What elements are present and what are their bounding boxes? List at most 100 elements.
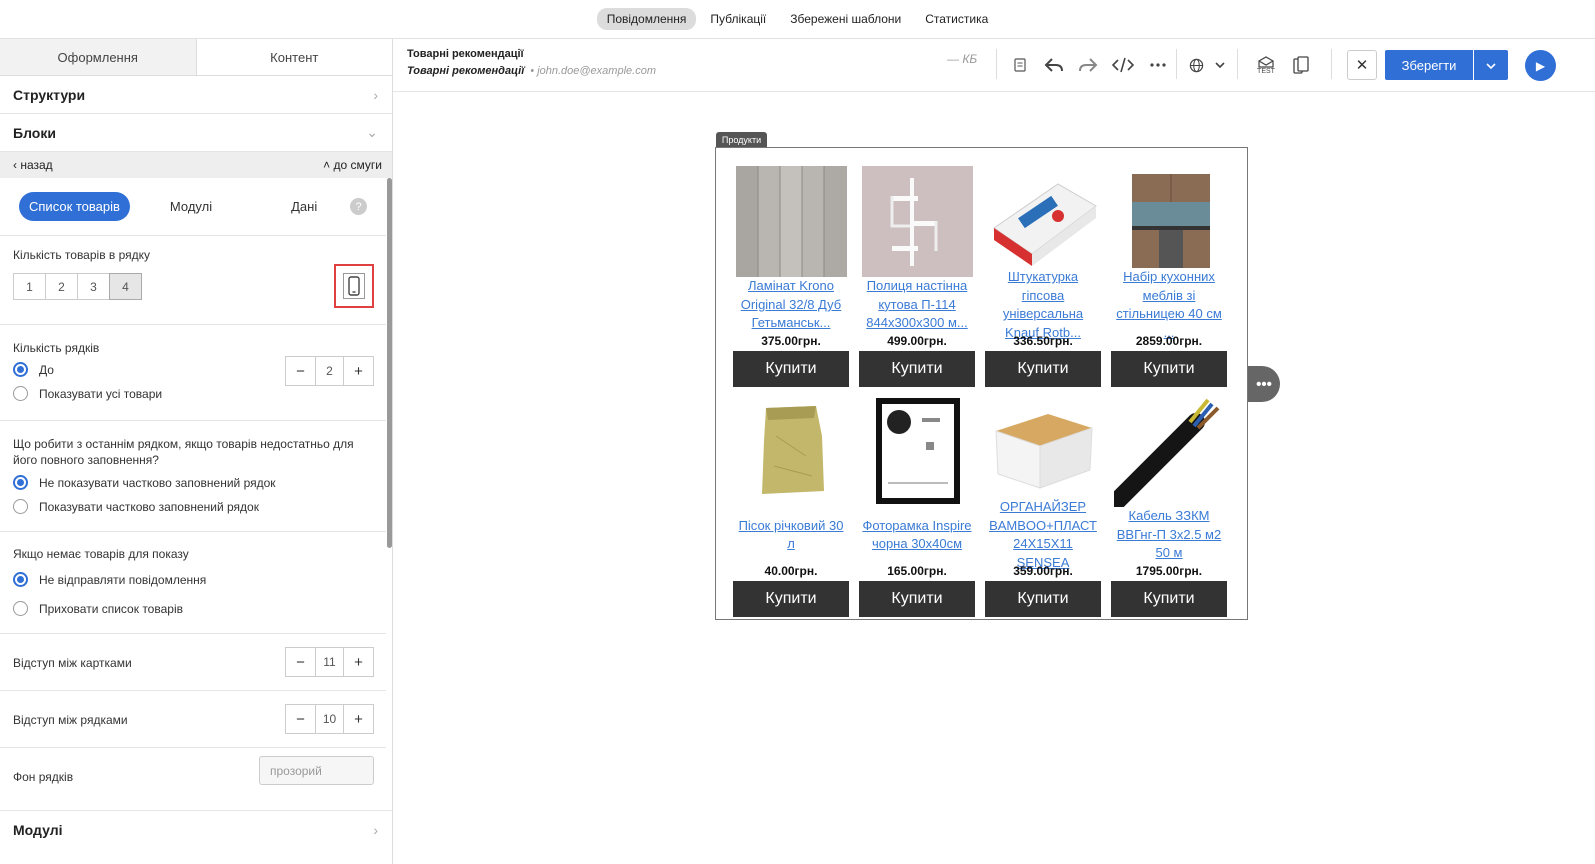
tab-content[interactable]: Контент (196, 39, 392, 75)
product-card[interactable]: Кабель ЗЗКМ ВВГнг-П 3х2.5 м2 50 м 1795.0… (1108, 396, 1227, 617)
test-send-icon[interactable]: TEST (1254, 54, 1278, 76)
no-products-hide-radio[interactable]: Приховати список товарів (13, 601, 373, 616)
back-link[interactable]: ‹ назад (13, 158, 53, 172)
product-image-sand-bag[interactable] (735, 396, 847, 507)
subtab-data[interactable]: Дані (291, 199, 317, 214)
product-image-plaster-bag[interactable] (987, 166, 1099, 277)
product-image-kitchen-set[interactable] (1113, 166, 1225, 277)
product-card[interactable]: Ламінат Krono Original 32/8 Дуб Гетьманс… (733, 166, 849, 387)
rows-value[interactable]: 2 (315, 357, 344, 385)
product-name[interactable]: Кабель ЗЗКМ ВВГнг-П 3х2.5 м2 50 м (1111, 507, 1227, 563)
per-row-option-1[interactable]: 1 (13, 273, 46, 300)
row-gap-value[interactable]: 10 (315, 705, 344, 733)
minus-button[interactable]: − (286, 648, 315, 676)
product-image-organizer[interactable] (987, 396, 1099, 507)
subtab-modules[interactable]: Модулі (170, 199, 212, 214)
help-icon[interactable]: ? (350, 198, 367, 215)
product-card[interactable]: Фоторамка Inspire чорна 30х40см 165.00гр… (859, 396, 975, 617)
document-icon[interactable] (1011, 54, 1029, 76)
buy-button[interactable]: Купити (1111, 581, 1227, 617)
save-button[interactable]: Зберегти (1385, 50, 1473, 80)
product-card[interactable]: Набір кухонних меблів зі стільницею 40 с… (1111, 166, 1227, 387)
section-modules[interactable]: Модулі › (0, 810, 392, 848)
buy-button[interactable]: Купити (985, 351, 1101, 387)
to-strip-link[interactable]: ˄ до смуги (323, 158, 382, 172)
product-name[interactable]: Полиця настінна кутова П-114 844х300х300… (859, 277, 975, 333)
tab-design[interactable]: Оформлення (0, 39, 197, 75)
top-navigation: Повідомлення Публікації Збережені шаблон… (0, 0, 1595, 39)
chevron-down-icon (1486, 58, 1496, 72)
buy-button[interactable]: Купити (985, 581, 1101, 617)
message-header: Товарні рекомендації Товарні рекомендаці… (393, 39, 1595, 92)
section-blocks[interactable]: Блоки ⌄ (0, 114, 392, 152)
products-block-tag[interactable]: Продукти (716, 132, 767, 148)
no-products-dont-send-radio[interactable]: Не відправляти повідомлення (13, 572, 373, 587)
buy-button[interactable]: Купити (1111, 351, 1227, 387)
close-icon: ✕ (1355, 57, 1369, 74)
send-button[interactable]: ▶ (1525, 50, 1556, 81)
product-price: 499.00грн. (887, 334, 947, 348)
close-button[interactable]: ✕ (1347, 50, 1377, 80)
product-image-laminate[interactable] (735, 166, 847, 277)
product-image-shelf[interactable] (861, 166, 973, 277)
message-size: — КБ (947, 52, 978, 66)
product-card[interactable]: Пісок річковий 30 л 40.00грн. Купити (733, 396, 849, 617)
product-card[interactable]: Штукатурка гіпсова універсальна Knauf Ro… (985, 166, 1101, 387)
globe-icon[interactable] (1187, 54, 1205, 76)
last-row-hide-radio[interactable]: Не показувати частково заповнений рядок (13, 475, 373, 490)
section-structures[interactable]: Структури › (0, 76, 392, 114)
last-row-hide-label: Не показувати частково заповнений рядок (39, 475, 276, 490)
tab-publications[interactable]: Публікації (700, 8, 776, 30)
buy-button[interactable]: Купити (859, 581, 975, 617)
radio-empty-icon (13, 386, 28, 401)
more-icon[interactable] (1147, 54, 1169, 76)
code-icon[interactable] (1111, 54, 1135, 76)
tab-statistics[interactable]: Статистика (915, 8, 998, 30)
minus-button[interactable]: − (286, 357, 315, 385)
last-row-show-radio[interactable]: Показувати частково заповнений рядок (13, 499, 373, 514)
mobile-view-button[interactable] (334, 264, 374, 308)
products-block[interactable]: Ламінат Krono Original 32/8 Дуб Гетьманс… (715, 147, 1248, 620)
radio-selected-icon (13, 572, 28, 587)
redo-icon[interactable] (1077, 54, 1099, 76)
tab-messages[interactable]: Повідомлення (596, 8, 697, 30)
rows-stepper: − 2 + (285, 356, 374, 386)
rows-show-all-radio[interactable]: Показувати усі товари (13, 386, 373, 401)
last-row-show-label: Показувати частково заповнений рядок (39, 499, 259, 514)
product-image-cable[interactable] (1108, 396, 1225, 509)
product-card[interactable]: ОРГАНАЙЗЕР BAMBOO+ПЛАСТ 24X15X11 SENSEA … (985, 396, 1101, 617)
per-row-option-4[interactable]: 4 (109, 273, 142, 300)
buy-button[interactable]: Купити (733, 351, 849, 387)
plus-button[interactable]: + (344, 357, 373, 385)
undo-icon[interactable] (1043, 54, 1065, 76)
minus-button[interactable]: − (286, 705, 315, 733)
product-card[interactable]: Полиця настінна кутова П-114 844х300х300… (859, 166, 975, 387)
row-bg-color-field[interactable]: прозорий (259, 756, 374, 785)
plus-button[interactable]: + (344, 705, 373, 733)
product-name[interactable]: Пісок річковий 30 л (733, 507, 849, 563)
card-gap-value[interactable]: 11 (315, 648, 344, 676)
plus-button[interactable]: + (344, 648, 373, 676)
product-name[interactable]: Набір кухонних меблів зі стільницею 40 с… (1111, 269, 1227, 340)
row-gap-stepper: − 10 + (285, 704, 374, 734)
back-label: назад (20, 158, 53, 172)
buy-button[interactable]: Купити (859, 351, 975, 387)
subtab-product-list[interactable]: Список товарів (19, 192, 130, 221)
section-blocks-label: Блоки (13, 124, 56, 141)
tab-saved-templates[interactable]: Збережені шаблони (780, 8, 911, 30)
product-price: 1795.00грн. (1135, 564, 1203, 578)
sidebar-scrollbar[interactable] (387, 178, 392, 548)
language-dropdown-icon[interactable] (1213, 54, 1227, 76)
product-name[interactable]: ОРГАНАЙЗЕР BAMBOO+ПЛАСТ 24X15X11 SENSEA (985, 499, 1101, 570)
per-row-option-2[interactable]: 2 (45, 273, 78, 300)
per-row-option-3[interactable]: 3 (77, 273, 110, 300)
product-name[interactable]: Штукатурка гіпсова універсальна Knauf Ro… (985, 269, 1101, 340)
save-dropdown-button[interactable] (1474, 50, 1508, 80)
mobile-preview-icon[interactable] (1291, 54, 1311, 76)
product-name[interactable]: Фоторамка Inspire чорна 30х40см (859, 507, 975, 563)
settings-scroll-area: Список товарів Модулі Дані ? Кількість т… (0, 178, 386, 808)
radio-empty-icon (13, 499, 28, 514)
product-name[interactable]: Ламінат Krono Original 32/8 Дуб Гетьманс… (733, 277, 849, 333)
buy-button[interactable]: Купити (733, 581, 849, 617)
product-image-photo-frame[interactable] (861, 396, 973, 507)
